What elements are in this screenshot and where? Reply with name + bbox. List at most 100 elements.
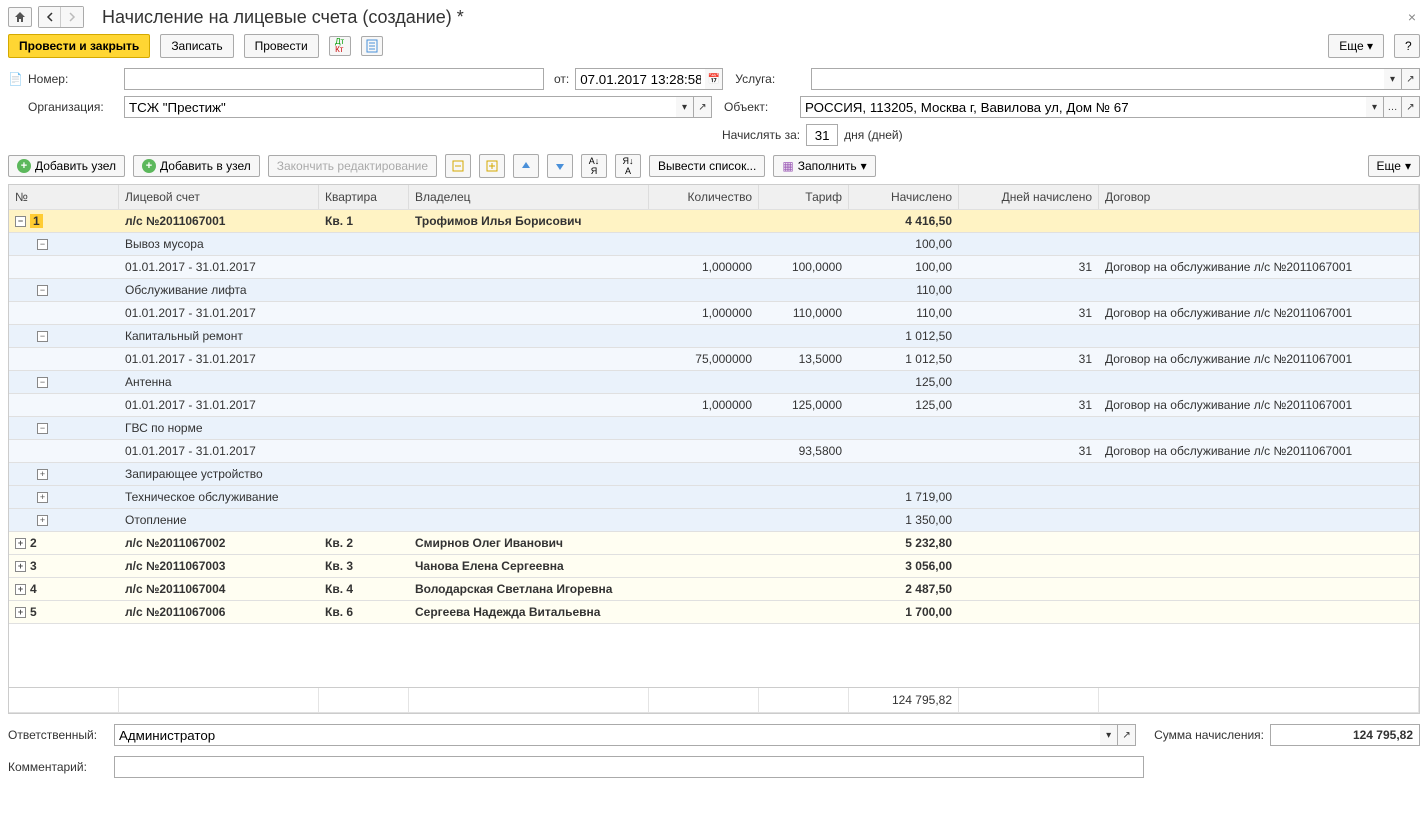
table-row[interactable]: + 4л/с №2011067004Кв. 4Володарская Светл… [9,578,1419,601]
accrue-label: Начислять за: [722,128,800,142]
object-open-icon[interactable]: ↗ [1402,96,1420,118]
expander-icon[interactable]: + [15,584,26,595]
table-row[interactable]: −ГВС по норме [9,417,1419,440]
col-contract[interactable]: Договор [1099,185,1419,209]
add-into-node-button[interactable]: +Добавить в узел [133,155,260,177]
col-tariff[interactable]: Тариф [759,185,849,209]
col-num[interactable]: № [9,185,119,209]
col-owner[interactable]: Владелец [409,185,649,209]
responsible-open-icon[interactable]: ↗ [1118,724,1136,746]
plus-icon: + [142,159,156,173]
col-charged[interactable]: Начислено [849,185,959,209]
org-label: Организация: [28,100,118,114]
object-label: Объект: [724,100,794,114]
expander-icon[interactable]: − [15,216,26,227]
table-row[interactable]: 01.01.2017 - 31.01.20171,000000100,00001… [9,256,1419,279]
date-input[interactable] [575,68,705,90]
table-row[interactable]: 01.01.2017 - 31.01.201775,00000013,50001… [9,348,1419,371]
finish-edit-button[interactable]: Закончить редактирование [268,155,437,177]
expander-icon[interactable]: − [37,331,48,342]
close-icon[interactable]: × [1404,9,1420,25]
expander-icon[interactable]: + [37,492,48,503]
calendar-icon[interactable]: 📅 [705,68,723,90]
back-icon[interactable] [39,7,61,27]
sum-value: 124 795,82 [1270,724,1420,746]
home-icon[interactable] [8,7,32,27]
table-row[interactable]: −Обслуживание лифта110,00 [9,279,1419,302]
expander-icon[interactable]: + [15,607,26,618]
col-account[interactable]: Лицевой счет [119,185,319,209]
fill-button[interactable]: ▦ Заполнить ▾ [773,155,875,177]
table-row[interactable]: 01.01.2017 - 31.01.20171,000000125,00001… [9,394,1419,417]
object-dropdown-icon[interactable]: ▾ [1366,96,1384,118]
collapse-all-icon[interactable] [445,154,471,178]
expander-icon[interactable]: − [37,423,48,434]
responsible-input[interactable] [114,724,1100,746]
from-label: от: [554,72,569,86]
more-table-button[interactable]: Еще ▾ [1368,155,1420,177]
expander-icon[interactable]: + [37,469,48,480]
table-row[interactable]: 01.01.2017 - 31.01.201793,580031Договор … [9,440,1419,463]
comment-input[interactable] [114,756,1144,778]
number-input[interactable] [124,68,544,90]
days-unit-label: дня (дней) [844,128,902,142]
move-up-icon[interactable] [513,154,539,178]
table-row[interactable]: + 5л/с №2011067006Кв. 6Сергеева Надежда … [9,601,1419,624]
org-dropdown-icon[interactable]: ▾ [676,96,694,118]
col-days[interactable]: Дней начислено [959,185,1099,209]
table-row[interactable]: +Техническое обслуживание1 719,00 [9,486,1419,509]
service-input[interactable] [811,68,1384,90]
plus-icon: + [17,159,31,173]
org-input[interactable] [124,96,676,118]
accruals-table: № Лицевой счет Квартира Владелец Количес… [8,184,1420,714]
table-row[interactable]: −Вывоз мусора100,00 [9,233,1419,256]
table-row[interactable]: + 3л/с №2011067003Кв. 3Чанова Елена Серг… [9,555,1419,578]
table-row[interactable]: 01.01.2017 - 31.01.20171,000000110,00001… [9,302,1419,325]
total-charged: 124 795,82 [849,688,959,712]
service-dropdown-icon[interactable]: ▾ [1384,68,1402,90]
number-label: Номер: [28,72,118,86]
sort-desc-icon[interactable]: Я↓А [615,154,641,178]
table-row[interactable]: − 1л/с №2011067001Кв. 1Трофимов Илья Бор… [9,210,1419,233]
table-footer: 124 795,82 [9,687,1419,713]
table-row[interactable]: −Капитальный ремонт1 012,50 [9,325,1419,348]
expander-icon[interactable]: − [37,285,48,296]
doc-status-icon: 📄 [8,72,22,86]
document-icon[interactable] [361,36,383,56]
service-open-icon[interactable]: ↗ [1402,68,1420,90]
col-apt[interactable]: Квартира [319,185,409,209]
object-input[interactable] [800,96,1366,118]
col-qty[interactable]: Количество [649,185,759,209]
dtkt-icon[interactable]: ДтКт [329,36,351,56]
expander-icon[interactable]: − [37,377,48,388]
responsible-label: Ответственный: [8,728,108,742]
service-label: Услуга: [735,72,805,86]
save-button[interactable]: Записать [160,34,233,58]
responsible-dropdown-icon[interactable]: ▾ [1100,724,1118,746]
expand-all-icon[interactable] [479,154,505,178]
table-row[interactable]: −Антенна125,00 [9,371,1419,394]
add-node-button[interactable]: +Добавить узел [8,155,125,177]
table-header: № Лицевой счет Квартира Владелец Количес… [9,185,1419,210]
more-button[interactable]: Еще ▾ [1328,34,1384,58]
object-ellipsis-icon[interactable]: … [1384,96,1402,118]
table-row[interactable]: +Запирающее устройство [9,463,1419,486]
expander-icon[interactable]: + [37,515,48,526]
table-row[interactable]: +Отопление1 350,00 [9,509,1419,532]
help-button[interactable]: ? [1394,34,1420,58]
expander-icon[interactable]: − [37,239,48,250]
accrue-days-input[interactable] [806,124,838,146]
expander-icon[interactable]: + [15,561,26,572]
expander-icon[interactable]: + [15,538,26,549]
org-open-icon[interactable]: ↗ [694,96,712,118]
page-title: Начисление на лицевые счета (создание) * [102,7,1398,28]
comment-label: Комментарий: [8,760,108,774]
table-row[interactable]: + 2л/с №2011067002Кв. 2Смирнов Олег Иван… [9,532,1419,555]
post-close-button[interactable]: Провести и закрыть [8,34,150,58]
sort-asc-icon[interactable]: А↓Я [581,154,607,178]
post-button[interactable]: Провести [244,34,319,58]
forward-icon[interactable] [61,7,83,27]
print-list-button[interactable]: Вывести список... [649,155,765,177]
sum-label: Сумма начисления: [1154,728,1264,742]
move-down-icon[interactable] [547,154,573,178]
